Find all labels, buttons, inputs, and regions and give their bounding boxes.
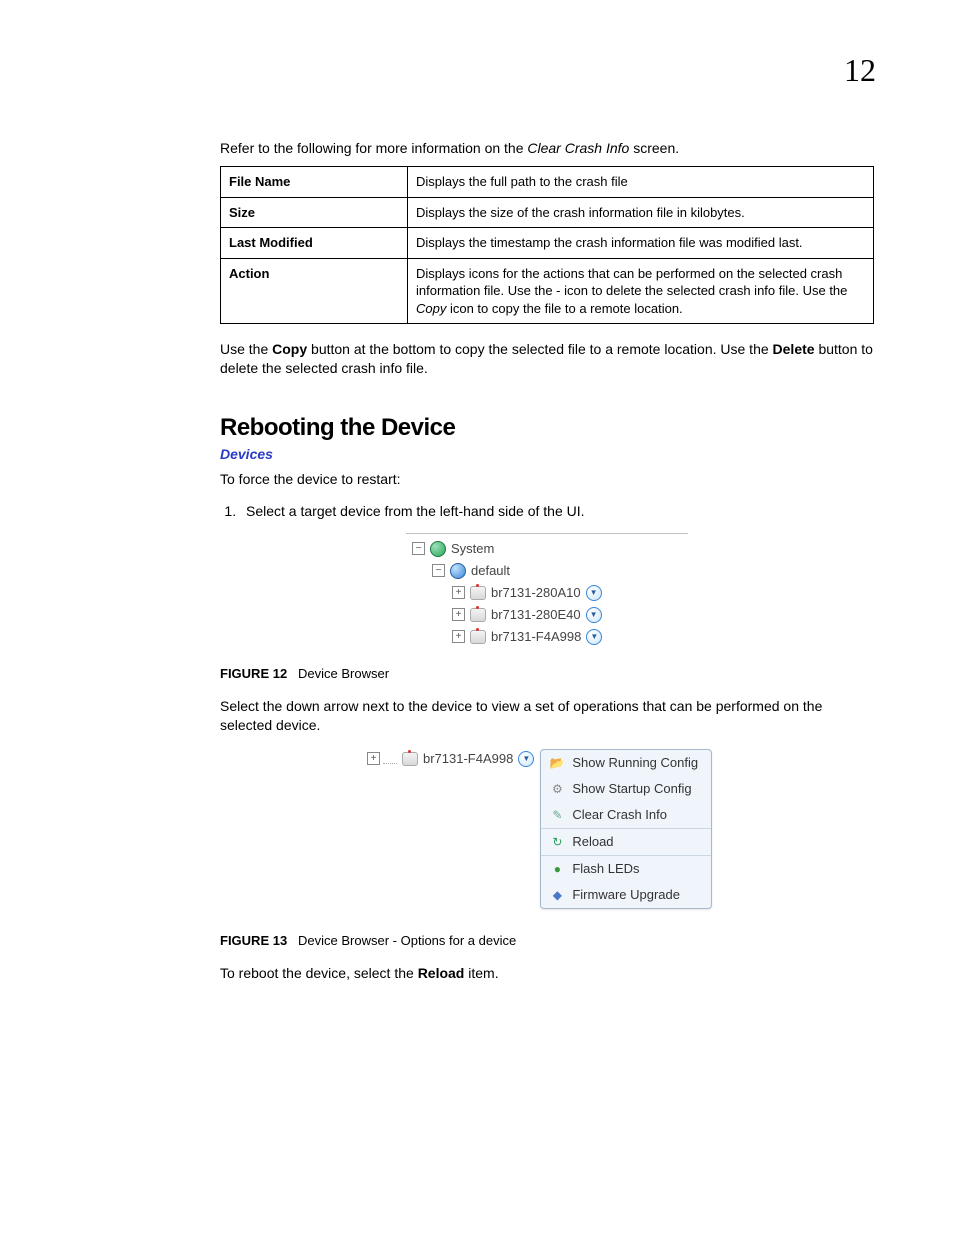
tree-node-device[interactable]: br7131-280E40 bbox=[412, 604, 682, 626]
device-options-figure: br7131-F4A998 📂 Show Running Config ⚙ Sh… bbox=[367, 749, 727, 909]
tree-label-device: br7131-280A10 bbox=[491, 585, 581, 600]
reboot-instruction: To reboot the device, select the Reload … bbox=[220, 964, 874, 983]
tree-label-default: default bbox=[471, 563, 510, 578]
menu-label: Show Running Config bbox=[572, 755, 698, 770]
collapse-icon[interactable] bbox=[412, 542, 425, 555]
menu-item-firmware-upgrade[interactable]: ◆ Firmware Upgrade bbox=[541, 882, 711, 908]
reload-bold: Reload bbox=[418, 965, 465, 981]
expand-icon[interactable] bbox=[367, 752, 380, 765]
desc-file-name: Displays the full path to the crash file bbox=[408, 167, 874, 198]
menu-label: Reload bbox=[572, 834, 613, 849]
delete-bold: Delete bbox=[773, 341, 815, 357]
figure-label: FIGURE 13 bbox=[220, 933, 287, 948]
step-1: Select a target device from the left-han… bbox=[240, 503, 874, 519]
device-icon bbox=[470, 629, 486, 645]
intro-italic: Clear Crash Info bbox=[527, 140, 629, 156]
device-context-menu: 📂 Show Running Config ⚙ Show Startup Con… bbox=[540, 749, 712, 909]
table-row: File Name Displays the full path to the … bbox=[221, 167, 874, 198]
restart-intro: To force the device to restart: bbox=[220, 470, 874, 489]
desc-action: Displays icons for the actions that can … bbox=[408, 258, 874, 324]
figure-12-caption: FIGURE 12 Device Browser bbox=[220, 666, 874, 681]
collapse-icon[interactable] bbox=[432, 564, 445, 577]
expand-icon[interactable] bbox=[452, 608, 465, 621]
tree-node-device[interactable]: br7131-280A10 bbox=[412, 582, 682, 604]
globe-icon bbox=[430, 541, 446, 557]
desc-action-pre: Displays icons for the actions that can … bbox=[416, 266, 847, 299]
menu-item-flash-leds[interactable]: ● Flash LEDs bbox=[541, 855, 711, 882]
tree-node-device[interactable]: br7131-F4A998 bbox=[367, 749, 534, 767]
term-last-modified: Last Modified bbox=[221, 228, 408, 259]
intro-prefix: Refer to the following for more informat… bbox=[220, 140, 527, 156]
intro-paragraph: Refer to the following for more informat… bbox=[220, 140, 874, 156]
table-row: Action Displays icons for the actions th… bbox=[221, 258, 874, 324]
led-icon: ● bbox=[549, 861, 565, 877]
device-icon bbox=[470, 585, 486, 601]
term-file-name: File Name bbox=[221, 167, 408, 198]
menu-item-reload[interactable]: ↻ Reload bbox=[541, 828, 711, 855]
tree-node-default[interactable]: default bbox=[412, 560, 682, 582]
expand-icon[interactable] bbox=[452, 586, 465, 599]
table-row: Last Modified Displays the timestamp the… bbox=[221, 228, 874, 259]
steps-list: Select a target device from the left-han… bbox=[220, 503, 874, 519]
chevron-down-icon[interactable] bbox=[586, 585, 602, 601]
chevron-down-icon[interactable] bbox=[586, 607, 602, 623]
tree-node-device[interactable]: br7131-F4A998 bbox=[412, 626, 682, 648]
brush-icon: ✎ bbox=[549, 807, 565, 823]
device-tree-figure: System default br7131-280A10 br7131-280E… bbox=[406, 533, 688, 648]
dropdown-instruction: Select the down arrow next to the device… bbox=[220, 697, 874, 735]
tree-node-system[interactable]: System bbox=[412, 538, 682, 560]
menu-label: Clear Crash Info bbox=[572, 807, 667, 822]
gear-icon: ⚙ bbox=[549, 781, 565, 797]
upgrade-icon: ◆ bbox=[549, 887, 565, 903]
tree-connector bbox=[383, 763, 397, 764]
folder-icon: 📂 bbox=[549, 755, 565, 771]
figure-13-caption: FIGURE 13 Device Browser - Options for a… bbox=[220, 933, 874, 948]
section-heading-rebooting: Rebooting the Device bbox=[220, 414, 874, 442]
intro-suffix: screen. bbox=[629, 140, 679, 156]
expand-icon[interactable] bbox=[452, 630, 465, 643]
text: Use the bbox=[220, 341, 272, 357]
definitions-table: File Name Displays the full path to the … bbox=[220, 166, 874, 324]
table-row: Size Displays the size of the crash info… bbox=[221, 197, 874, 228]
menu-item-show-startup-config[interactable]: ⚙ Show Startup Config bbox=[541, 776, 711, 802]
globe-icon bbox=[450, 563, 466, 579]
menu-label: Flash LEDs bbox=[572, 861, 639, 876]
breadcrumb[interactable]: Devices bbox=[220, 446, 874, 462]
tree-label-device: br7131-F4A998 bbox=[423, 751, 513, 766]
desc-action-italic: Copy bbox=[416, 301, 446, 316]
device-icon bbox=[470, 607, 486, 623]
desc-action-post: icon to copy the file to a remote locati… bbox=[446, 301, 682, 316]
desc-last-modified: Displays the timestamp the crash informa… bbox=[408, 228, 874, 259]
copy-delete-paragraph: Use the Copy button at the bottom to cop… bbox=[220, 340, 874, 378]
page-number: 12 bbox=[844, 52, 876, 89]
menu-label: Show Startup Config bbox=[572, 781, 691, 796]
device-icon bbox=[402, 751, 418, 767]
tree-label-device: br7131-280E40 bbox=[491, 607, 581, 622]
text: To reboot the device, select the bbox=[220, 965, 418, 981]
copy-bold: Copy bbox=[272, 341, 307, 357]
tree-label-system: System bbox=[451, 541, 494, 556]
term-action: Action bbox=[221, 258, 408, 324]
menu-item-clear-crash-info[interactable]: ✎ Clear Crash Info bbox=[541, 802, 711, 828]
term-size: Size bbox=[221, 197, 408, 228]
desc-size: Displays the size of the crash informati… bbox=[408, 197, 874, 228]
menu-item-show-running-config[interactable]: 📂 Show Running Config bbox=[541, 750, 711, 776]
chevron-down-icon[interactable] bbox=[518, 751, 534, 767]
figure-label: FIGURE 12 bbox=[220, 666, 287, 681]
reload-icon: ↻ bbox=[549, 834, 565, 850]
menu-label: Firmware Upgrade bbox=[572, 887, 680, 902]
figure-text: Device Browser bbox=[298, 666, 389, 681]
tree-label-device: br7131-F4A998 bbox=[491, 629, 581, 644]
chevron-down-icon[interactable] bbox=[586, 629, 602, 645]
text: item. bbox=[464, 965, 498, 981]
text: button at the bottom to copy the selecte… bbox=[307, 341, 772, 357]
figure-text: Device Browser - Options for a device bbox=[298, 933, 516, 948]
